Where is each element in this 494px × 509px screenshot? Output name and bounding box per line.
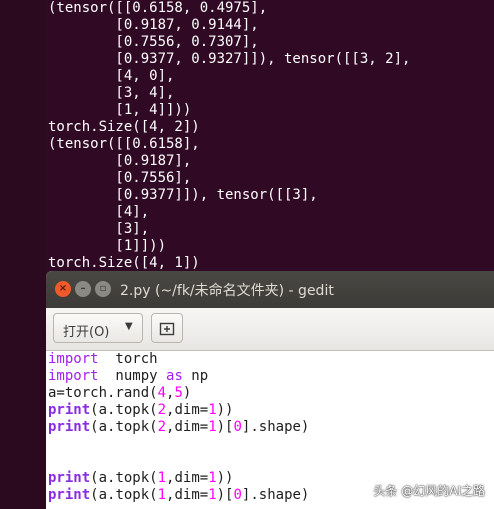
code-token: torch — [98, 351, 158, 367]
code-line: import torch — [48, 351, 158, 367]
maximize-window-button[interactable]: ▫ — [95, 281, 111, 297]
number-token: 1 — [208, 487, 217, 503]
new-document-button[interactable] — [151, 313, 183, 343]
number-token: 5 — [174, 385, 183, 401]
code-token: numpy — [98, 368, 167, 384]
terminal-line: [0.7556], — [48, 170, 192, 186]
terminal-line: [0.9377, 0.9327]]), tensor([[3, 2], — [48, 51, 411, 67]
code-line: a=torch.rand(4,5) — [48, 385, 191, 401]
keyword-token: as — [166, 368, 183, 384]
code-token: ].shape) — [241, 487, 310, 503]
number-token: 2 — [157, 419, 167, 435]
terminal-line: (tensor([[0.6158, 0.4975], — [48, 0, 268, 16]
terminal-line: [0.9187], — [48, 153, 192, 169]
desktop-left-edge — [0, 0, 46, 509]
number-token: 1 — [208, 419, 217, 435]
code-line: print(a.topk(2,dim=1)[0].shape) — [48, 419, 309, 435]
code-line: print(a.topk(1,dim=1)) — [48, 470, 233, 486]
code-token: ,dim= — [166, 470, 209, 486]
terminal-output: (tensor([[0.6158, 0.4975], [0.9187, 0.91… — [46, 0, 494, 272]
close-window-button[interactable]: × — [55, 281, 71, 297]
code-token: (a.topk( — [90, 470, 158, 486]
chevron-down-icon: ▼ — [125, 321, 133, 332]
gedit-window: × – ▫ 2.py (~/fk/未命名文件夹) - gedit 打开(O) ▼… — [46, 271, 494, 509]
number-token: 1 — [157, 470, 167, 486]
code-token: ,dim= — [166, 487, 209, 503]
minimize-window-button[interactable]: – — [75, 281, 91, 297]
new-tab-icon — [159, 322, 175, 336]
terminal-line: [1, 4]])) — [48, 102, 192, 118]
keyword-token: import — [48, 368, 99, 384]
number-token: 4 — [157, 385, 167, 401]
terminal-line: (tensor([[0.6158], — [48, 136, 200, 152]
code-line: import numpy as np — [48, 368, 208, 384]
watermark: 头条 @幻风的AI之路 — [373, 484, 485, 498]
number-token: 0 — [233, 419, 242, 435]
keyword-token: import — [48, 351, 99, 367]
code-line: print(a.topk(2,dim=1)) — [48, 402, 233, 418]
window-title: 2.py (~/fk/未命名文件夹) - gedit — [120, 283, 334, 299]
terminal-line: [4, 0], — [48, 68, 175, 84]
terminal-window[interactable]: (tensor([[0.6158, 0.4975], [0.9187, 0.91… — [46, 0, 494, 280]
number-token: 1 — [208, 402, 217, 418]
terminal-line: [1]])) — [48, 238, 167, 254]
code-token: ) — [182, 385, 192, 401]
code-token: a=torch.rand( — [48, 385, 158, 401]
number-token: 0 — [233, 487, 242, 503]
code-token: ].shape) — [241, 419, 310, 435]
code-token: np — [182, 368, 209, 384]
title-bar[interactable]: × – ▫ 2.py (~/fk/未命名文件夹) - gedit — [46, 271, 494, 308]
builtin-token: print — [48, 470, 91, 486]
code-token: )) — [216, 470, 234, 486]
code-token: )[ — [216, 419, 234, 435]
number-token: 1 — [208, 470, 217, 486]
toolbar: 打开(O) ▼ — [46, 308, 494, 351]
builtin-token: print — [48, 402, 91, 418]
terminal-line: [0.9187, 0.9144], — [48, 17, 259, 33]
code-token: )) — [216, 402, 234, 418]
terminal-line: [4], — [48, 204, 150, 220]
number-token: 1 — [157, 487, 167, 503]
code-token: (a.topk( — [90, 402, 158, 418]
code-token: )[ — [216, 487, 234, 503]
terminal-line: [3], — [48, 221, 150, 237]
terminal-line: [0.7556, 0.7307], — [48, 34, 259, 50]
terminal-line: [3, 4], — [48, 85, 175, 101]
code-line: print(a.topk(1,dim=1)[0].shape) — [48, 487, 309, 503]
terminal-line: torch.Size([4, 1]) — [48, 255, 200, 271]
open-button[interactable]: 打开(O) ▼ — [53, 313, 143, 343]
terminal-line: [0.9377]]), tensor([[3], — [48, 187, 318, 203]
code-token: ,dim= — [166, 402, 209, 418]
code-token: (a.topk( — [90, 419, 158, 435]
number-token: 2 — [157, 402, 167, 418]
builtin-token: print — [48, 419, 91, 435]
open-button-label: 打开(O) — [63, 325, 110, 340]
builtin-token: print — [48, 487, 91, 503]
code-token: (a.topk( — [90, 487, 158, 503]
code-token: ,dim= — [166, 419, 209, 435]
terminal-line: torch.Size([4, 2]) — [48, 119, 200, 135]
